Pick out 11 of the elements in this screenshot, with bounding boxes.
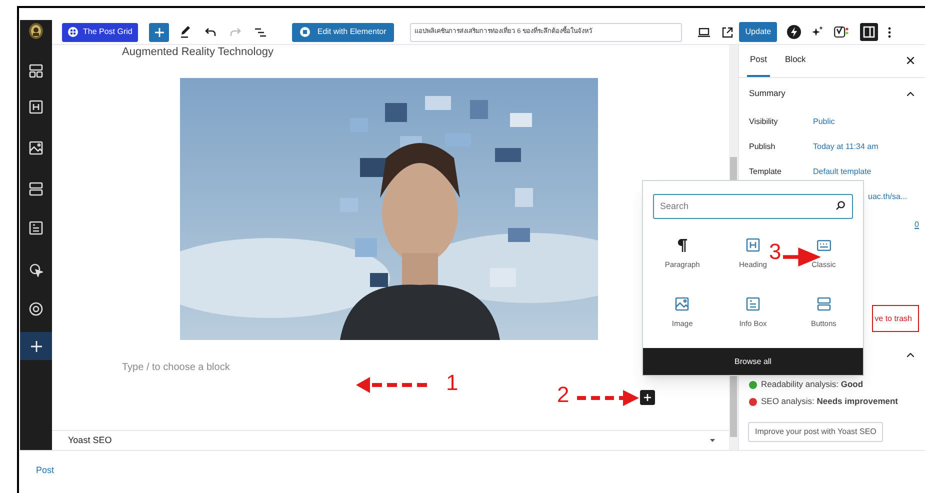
field-label: Template <box>749 166 782 178</box>
annotation-number: 1 <box>446 371 458 395</box>
section-title: Yoast SEO <box>68 434 112 447</box>
section-title: Summary <box>749 87 786 100</box>
field-label: Publish <box>749 140 776 152</box>
post-heading: Augmented Reality Technology <box>121 45 274 58</box>
annotation-number: 2 <box>557 383 570 407</box>
field-label: Visibility <box>749 116 779 128</box>
analysis-result: Readability analysis: Good <box>761 378 864 391</box>
annotation-number: 3 <box>769 240 782 264</box>
analysis-result: SEO analysis: Needs improvement <box>761 395 898 408</box>
